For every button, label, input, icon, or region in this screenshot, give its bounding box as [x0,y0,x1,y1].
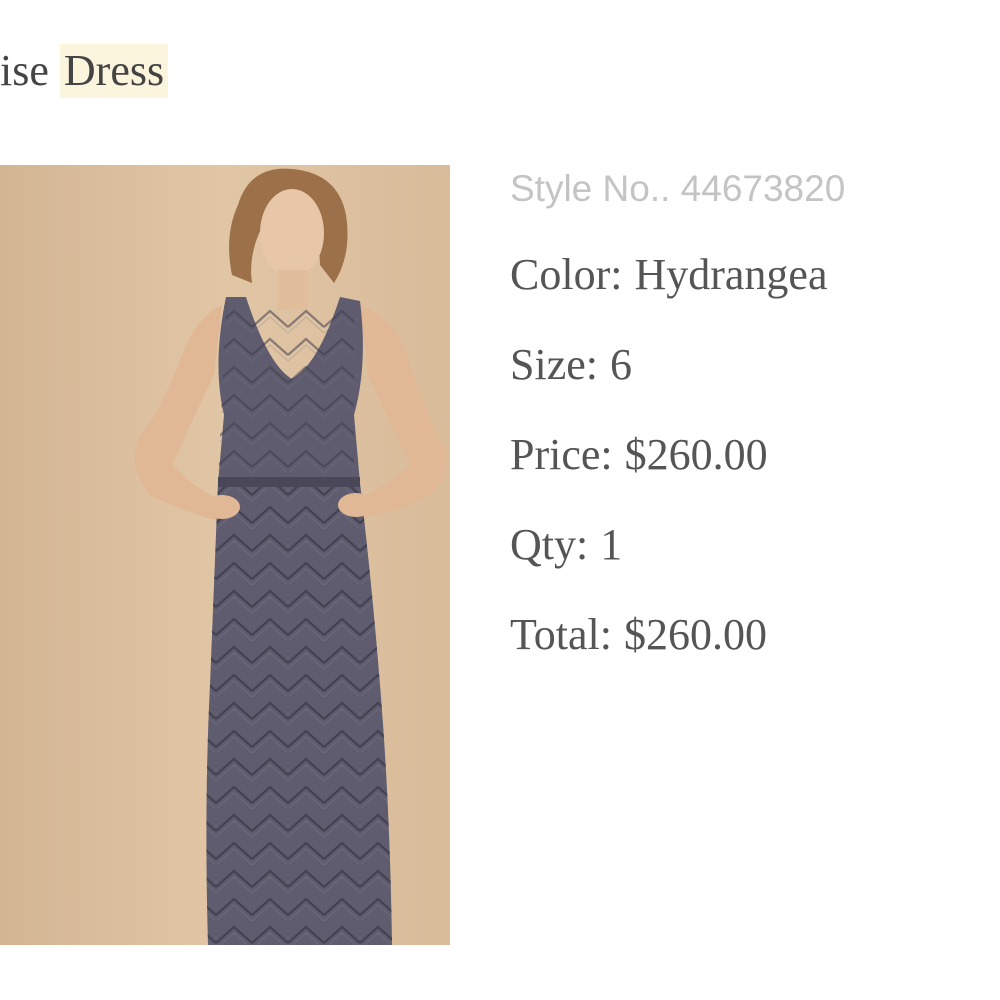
price-value: $260.00 [624,430,768,479]
qty-label: Qty: [510,520,589,569]
size-value: 6 [609,340,632,389]
qty-row: Qty: 1 [510,520,622,570]
product-title-highlight: Dress [59,44,169,98]
product-title: ise Dress [0,44,169,100]
qty-value: 1 [600,520,623,569]
product-image[interactable] [0,165,450,945]
total-label: Total: [510,610,613,659]
color-row: Color: Hydrangea [510,250,827,300]
price-row: Price: $260.00 [510,430,768,480]
size-label: Size: [510,340,598,389]
size-row: Size: 6 [510,340,632,390]
product-title-prefix: ise [0,46,49,95]
total-row: Total: $260.00 [510,610,767,660]
price-label: Price: [510,430,613,479]
color-value: Hydrangea [634,250,828,299]
total-value: $260.00 [624,610,768,659]
color-label: Color: [510,250,623,299]
dress-photo-illustration [0,165,450,945]
style-number: Style No.. 44673820 [510,168,846,209]
